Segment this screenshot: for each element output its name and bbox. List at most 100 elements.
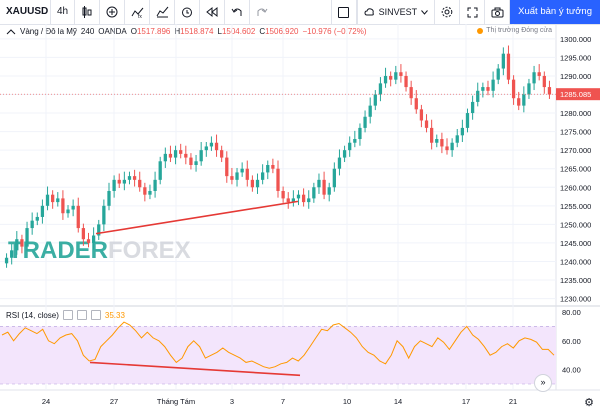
candle-body [132,176,137,180]
candle-body [71,205,75,210]
instrument-title: Vàng / Đô la Mỹ [20,27,77,36]
price-tick-label: 1295.000 [560,53,591,62]
candle-body [66,209,70,214]
candle-body [148,190,152,195]
candle-body [143,187,147,195]
candle-body [86,239,91,243]
candle-body [102,205,106,225]
candle-body [204,146,208,151]
candle-body [296,194,301,199]
candle-body [179,150,183,154]
rsi-value: 35.33 [104,310,125,320]
candle-body [235,172,239,180]
candle-body [465,113,470,128]
camera-icon[interactable] [485,0,511,24]
open-value: 1517.896 [136,27,171,36]
price-tick-label: 1275.000 [560,128,591,137]
candle-body [527,83,531,95]
settings-small-icon[interactable] [76,310,87,320]
candle-body [486,87,490,91]
candle-body [501,53,505,69]
legend-exchange: OANDA [98,27,127,36]
candle-body [4,257,9,264]
candle-body [276,168,280,191]
time-tick-label: Tháng Tám [157,397,195,406]
legend-interval: 240 [80,27,95,36]
candle-body [240,168,244,173]
broker-selector[interactable]: SINVEST [356,0,435,24]
price-tick-label: 1290.000 [560,72,591,81]
close-value: 1506.920 [265,27,299,36]
settings-icon[interactable] [434,0,461,24]
candle-body [122,179,126,184]
candle-body [394,72,398,80]
rsi-tick-label: 60.00 [562,337,581,346]
publish-idea-button[interactable]: Xuất bản ý tưởng [510,0,600,24]
time-tick-label: 7 [281,397,285,406]
candle-body [378,83,383,95]
candle-body [173,150,178,158]
candle-body [496,68,500,80]
rsi-trendline [89,361,301,377]
price-tick-label: 1265.000 [560,165,591,174]
layout-icon[interactable] [330,0,357,24]
indicators-icon[interactable]: fx [125,0,151,24]
financials-icon[interactable] [150,0,176,24]
current-price-badge [556,88,600,101]
candle-body [245,168,249,180]
candle-body [286,198,290,203]
candle-body [353,139,357,143]
candle-body [56,198,60,203]
broker-name: SINVEST [378,7,418,17]
replay-icon[interactable] [200,0,226,24]
candle-body [307,198,311,203]
candle-body [138,179,142,188]
candle-body [266,165,270,173]
candle-body [163,153,167,162]
chevron-down-icon [421,9,429,15]
candle-body [506,53,511,80]
candle-body [348,142,352,151]
candle-body [91,235,96,243]
bar-style-icon[interactable] [75,0,101,24]
alert-icon[interactable] [175,0,201,24]
symbol-search[interactable]: XAUUSD [0,0,51,24]
candle-body [45,194,50,206]
candle-body [450,142,454,151]
price-chart[interactable]: TRADER FOREX 1230.000 1235.000 1240.000 1245… [0,0,600,410]
rsi-title: RSI (14, close) [6,310,59,320]
candle-body [225,157,229,177]
candle-body [537,72,541,76]
series-legend: Vàng / Đô la Mỹ 240 OANDA O1517.896 H151… [6,27,367,36]
candle-body [414,98,418,110]
interval-button[interactable]: 4h [51,0,76,24]
candle-body [10,250,14,258]
undo-icon[interactable] [225,0,251,24]
eye-icon[interactable] [62,310,73,320]
close-small-icon[interactable] [90,310,101,320]
candle-body [419,109,424,121]
candle-body [373,94,377,106]
candle-body [15,239,19,251]
candle-body [281,190,285,199]
rsi-band [0,326,556,384]
scroll-to-realtime-button[interactable]: » [534,374,552,392]
collapse-icon[interactable] [6,28,16,36]
candle-body [312,187,316,199]
redo-icon[interactable] [250,0,274,24]
fullscreen-icon[interactable] [460,0,486,24]
change-value: −10.976 (−0.72%) [302,27,367,36]
price-tick-label: 1270.000 [560,146,591,155]
candle-body [194,161,198,165]
candle-body [40,205,45,217]
price-tick-label: 1250.000 [560,220,591,229]
candle-body [35,216,39,221]
rsi-legend: RSI (14, close) 35.33 [6,310,125,320]
watermark-trader: TRADER [8,237,108,264]
price-tick-label: 1300.000 [560,35,591,44]
price-tick-label: 1260.000 [560,183,591,192]
time-tick-label: 21 [509,397,517,406]
candle-body [260,172,265,180]
chart-settings-gear-icon[interactable]: ⚙ [584,396,594,409]
compare-add-icon[interactable] [100,0,126,24]
